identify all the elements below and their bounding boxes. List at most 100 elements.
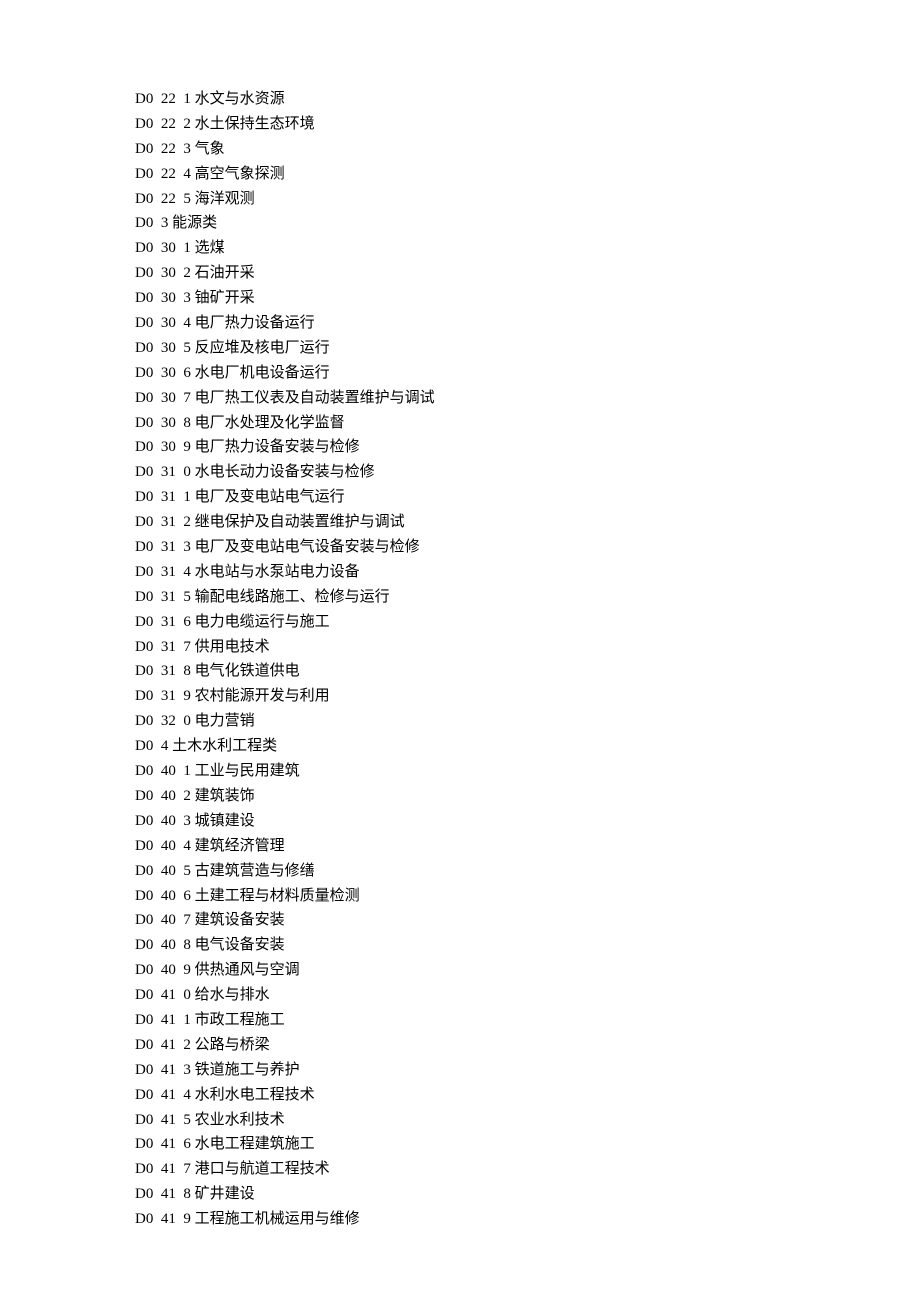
list-item: D0 31 3 电厂及变电站电气设备安装与检修: [135, 535, 920, 560]
entry-name: 电气化铁道供电: [195, 663, 300, 679]
entry-code: D0 31 6: [135, 614, 191, 630]
entry-name: 石油开采: [195, 265, 255, 281]
list-item: D0 40 6 土建工程与材料质量检测: [135, 884, 920, 909]
entry-name: 电厂热力设备运行: [195, 315, 315, 331]
entry-name: 电力电缆运行与施工: [195, 614, 330, 630]
list-item: D0 31 7 供用电技术: [135, 635, 920, 660]
list-item: D0 30 5 反应堆及核电厂运行: [135, 336, 920, 361]
entry-name: 水电厂机电设备运行: [195, 365, 330, 381]
list-item: D0 30 8 电厂水处理及化学监督: [135, 411, 920, 436]
list-item: D0 41 0 给水与排水: [135, 983, 920, 1008]
entry-name: 铀矿开采: [195, 290, 255, 306]
list-item: D0 40 8 电气设备安装: [135, 933, 920, 958]
entry-name: 水文与水资源: [195, 91, 285, 107]
list-item: D0 40 9 供热通风与空调: [135, 958, 920, 983]
entry-name: 电厂水处理及化学监督: [195, 415, 345, 431]
list-item: D0 30 3 铀矿开采: [135, 286, 920, 311]
list-item: D0 40 2 建筑装饰: [135, 784, 920, 809]
list-item: D0 30 4 电厂热力设备运行: [135, 311, 920, 336]
entry-name: 给水与排水: [195, 987, 270, 1003]
entry-name: 电厂及变电站电气运行: [195, 489, 345, 505]
entry-code: D0 41 6: [135, 1136, 191, 1152]
entry-name: 建筑经济管理: [195, 838, 285, 854]
entry-code: D0 32 0: [135, 713, 191, 729]
entry-code: D0 41 4: [135, 1087, 191, 1103]
list-item: D0 4 土木水利工程类: [135, 734, 920, 759]
list-item: D0 41 2 公路与桥梁: [135, 1033, 920, 1058]
list-item: D0 31 4 水电站与水泵站电力设备: [135, 560, 920, 585]
entry-code: D0 30 2: [135, 265, 191, 281]
entry-name: 古建筑营造与修缮: [195, 863, 315, 879]
entry-name: 电厂及变电站电气设备安装与检修: [195, 539, 420, 555]
entry-code: D0 40 8: [135, 937, 191, 953]
entry-code: D0 40 5: [135, 863, 191, 879]
list-item: D0 31 6 电力电缆运行与施工: [135, 610, 920, 635]
list-item: D0 22 2 水土保持生态环境: [135, 112, 920, 137]
entry-name: 工程施工机械运用与维修: [195, 1211, 360, 1227]
list-item: D0 41 5 农业水利技术: [135, 1108, 920, 1133]
list-item: D0 30 2 石油开采: [135, 261, 920, 286]
entry-name: 反应堆及核电厂运行: [195, 340, 330, 356]
list-item: D0 31 8 电气化铁道供电: [135, 659, 920, 684]
entry-name: 公路与桥梁: [195, 1037, 270, 1053]
entry-code: D0 41 8: [135, 1186, 191, 1202]
list-item: D0 3 能源类: [135, 211, 920, 236]
entry-name: 农业水利技术: [195, 1112, 285, 1128]
entry-code: D0 41 9: [135, 1211, 191, 1227]
entry-name: 继电保护及自动装置维护与调试: [195, 514, 405, 530]
entry-code: D0 40 4: [135, 838, 191, 854]
entry-name: 气象: [195, 141, 225, 157]
list-item: D0 22 5 海洋观测: [135, 187, 920, 212]
entry-name: 海洋观测: [195, 191, 255, 207]
entry-code: D0 30 8: [135, 415, 191, 431]
entry-code: D0 31 1: [135, 489, 191, 505]
list-item: D0 31 9 农村能源开发与利用: [135, 684, 920, 709]
entry-code: D0 41 2: [135, 1037, 191, 1053]
list-item: D0 41 4 水利水电工程技术: [135, 1083, 920, 1108]
entry-code: D0 31 2: [135, 514, 191, 530]
list-item: D0 41 3 铁道施工与养护: [135, 1058, 920, 1083]
entry-code: D0 40 3: [135, 813, 191, 829]
list-item: D0 40 5 古建筑营造与修缮: [135, 859, 920, 884]
entry-code: D0 30 9: [135, 439, 191, 455]
list-item: D0 31 2 继电保护及自动装置维护与调试: [135, 510, 920, 535]
entry-name: 能源类: [172, 215, 217, 231]
list-item: D0 30 1 选煤: [135, 236, 920, 261]
entry-name: 输配电线路施工、检修与运行: [195, 589, 390, 605]
entry-code: D0 40 9: [135, 962, 191, 978]
entry-code: D0 4: [135, 738, 168, 754]
list-item: D0 40 3 城镇建设: [135, 809, 920, 834]
entry-name: 建筑设备安装: [195, 912, 285, 928]
entry-code: D0 31 0: [135, 464, 191, 480]
entry-code: D0 22 1: [135, 91, 191, 107]
entry-name: 水电工程建筑施工: [195, 1136, 315, 1152]
entry-name: 铁道施工与养护: [195, 1062, 300, 1078]
entry-name: 电气设备安装: [195, 937, 285, 953]
list-item: D0 41 1 市政工程施工: [135, 1008, 920, 1033]
entry-code: D0 30 4: [135, 315, 191, 331]
entry-code: D0 41 5: [135, 1112, 191, 1128]
entry-code: D0 31 7: [135, 639, 191, 655]
list-item: D0 30 9 电厂热力设备安装与检修: [135, 435, 920, 460]
entry-code: D0 41 7: [135, 1161, 191, 1177]
list-item: D0 30 7 电厂热工仪表及自动装置维护与调试: [135, 386, 920, 411]
entry-code: D0 22 4: [135, 166, 191, 182]
list-item: D0 22 3 气象: [135, 137, 920, 162]
entry-code: D0 22 5: [135, 191, 191, 207]
entry-name: 工业与民用建筑: [195, 763, 300, 779]
entry-name: 城镇建设: [195, 813, 255, 829]
entry-name: 供热通风与空调: [195, 962, 300, 978]
entry-name: 电厂热工仪表及自动装置维护与调试: [195, 390, 435, 406]
list-item: D0 31 5 输配电线路施工、检修与运行: [135, 585, 920, 610]
entry-name: 土木水利工程类: [172, 738, 277, 754]
entry-name: 水利水电工程技术: [195, 1087, 315, 1103]
entry-name: 电厂热力设备安装与检修: [195, 439, 360, 455]
entry-name: 水电站与水泵站电力设备: [195, 564, 360, 580]
list-item: D0 41 6 水电工程建筑施工: [135, 1132, 920, 1157]
entry-code: D0 30 6: [135, 365, 191, 381]
list-item: D0 41 7 港口与航道工程技术: [135, 1157, 920, 1182]
entry-name: 市政工程施工: [195, 1012, 285, 1028]
list-item: D0 31 1 电厂及变电站电气运行: [135, 485, 920, 510]
entry-name: 水土保持生态环境: [195, 116, 315, 132]
entry-name: 选煤: [195, 240, 225, 256]
